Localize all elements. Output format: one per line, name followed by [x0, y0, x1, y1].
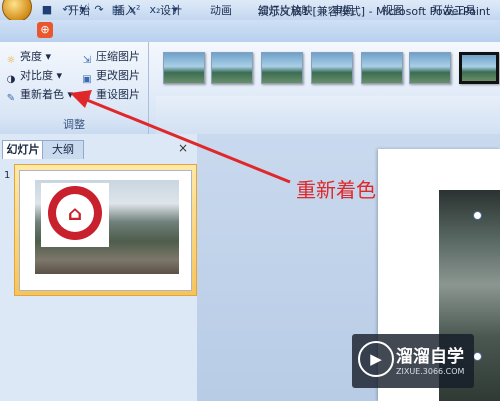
- tab-slideshow[interactable]: 幻灯片放映: [252, 2, 318, 20]
- change-picture-label: 更改图片: [96, 69, 140, 82]
- compress-label: 压缩图片: [96, 50, 140, 63]
- play-icon: ▶: [358, 341, 394, 377]
- tab-design[interactable]: 设计: [154, 2, 188, 20]
- tab-developer[interactable]: 开发工具: [426, 2, 482, 20]
- contrast-label: 对比度 ▾: [20, 69, 63, 82]
- save-icon[interactable]: ■: [40, 3, 54, 16]
- ribbon-lower-area: [156, 96, 500, 134]
- picture-style-thumbnail[interactable]: [409, 52, 451, 84]
- picture-style-thumbnail[interactable]: [261, 52, 303, 84]
- brightness-button[interactable]: ☼ 亮度 ▾: [4, 48, 52, 66]
- tab-insert[interactable]: 插入: [108, 2, 142, 20]
- brightness-label: 亮度 ▾: [20, 50, 52, 63]
- adjust-group-label: 调整: [63, 118, 85, 131]
- contrast-button[interactable]: ◑ 对比度 ▾: [4, 67, 62, 85]
- slide-number: 1: [4, 170, 11, 181]
- picture-style-thumbnail[interactable]: [211, 52, 253, 84]
- reset-picture-icon: ↺: [82, 93, 92, 104]
- brightness-icon: ☼: [6, 55, 16, 66]
- tab-review[interactable]: 审阅: [326, 2, 360, 20]
- recolor-button[interactable]: ✎ 重新着色 ▾: [4, 86, 73, 104]
- picture-style-thumbnail[interactable]: [311, 52, 353, 84]
- picture-style-thumbnail[interactable]: [361, 52, 403, 84]
- picture-style-thumbnail-selected[interactable]: [459, 52, 499, 84]
- picture-styles-gallery: [157, 52, 500, 92]
- annotation-label: 重新着色: [296, 178, 376, 202]
- close-icon[interactable]: ×: [178, 141, 188, 155]
- reset-picture-label: 重设图片: [96, 88, 140, 101]
- resize-handle[interactable]: [473, 211, 482, 220]
- tab-view[interactable]: 视图: [376, 2, 410, 20]
- resize-handle[interactable]: [473, 352, 482, 361]
- compress-pictures-button[interactable]: ⇲ 压缩图片: [80, 48, 140, 66]
- contrast-icon: ◑: [6, 74, 16, 85]
- watermark-url: ZIXUE.3066.COM: [396, 367, 465, 376]
- recolor-icon: ✎: [6, 93, 16, 104]
- reset-picture-button[interactable]: ↺ 重设图片: [80, 86, 140, 104]
- picture-style-thumbnail[interactable]: [163, 52, 205, 84]
- watermark-name: 溜溜自学: [396, 347, 464, 367]
- tab-animations[interactable]: 动画: [200, 2, 242, 20]
- logo-mark-icon: ⌂: [67, 201, 83, 225]
- change-picture-button[interactable]: ▣ 更改图片: [80, 67, 140, 85]
- tab-slides[interactable]: 幻灯片: [2, 140, 44, 159]
- tab-outline[interactable]: 大纲: [42, 140, 84, 159]
- compress-icon: ⇲: [82, 55, 92, 66]
- change-picture-icon: ▣: [82, 74, 92, 85]
- ribbon-tab-row: [0, 20, 500, 43]
- recolor-label: 重新着色 ▾: [20, 88, 74, 101]
- addin-icon[interactable]: ⊕: [37, 22, 53, 38]
- tab-home[interactable]: 开始: [62, 2, 96, 20]
